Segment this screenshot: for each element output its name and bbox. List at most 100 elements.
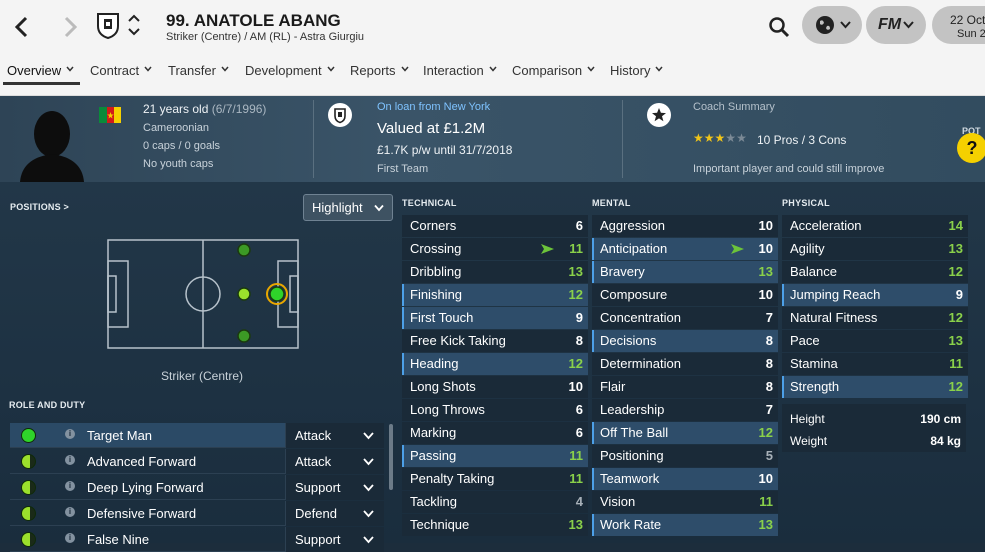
attribute-row[interactable]: Positioning 5 [592,445,778,467]
player-subtitle[interactable]: Striker (Centre) / AM (RL) - Astra Giurg… [166,31,364,43]
info-icon[interactable]: i [65,507,75,517]
info-icon[interactable]: i [65,481,75,491]
attribute-value: 7 [765,310,773,325]
attribute-row[interactable]: Determination 8 [592,353,778,375]
position-dot-amr[interactable] [237,329,251,343]
attribute-row[interactable]: Free Kick Taking 8 [402,330,588,352]
tab-development[interactable]: Development [245,63,335,78]
attribute-name: Crossing [410,241,462,256]
club-badge-icon[interactable] [328,103,352,127]
back-arrow-icon[interactable] [12,16,32,38]
attribute-value: 10 [568,379,583,394]
info-icon[interactable]: i [65,455,75,465]
attribute-value: 13 [758,264,773,279]
role-row[interactable]: i False Nine Support [10,527,384,552]
attribute-row[interactable]: Long Shots 10 [402,376,588,398]
attribute-row[interactable]: Tackling 4 [402,491,588,513]
role-row[interactable]: i Deep Lying Forward Support [10,475,384,500]
attribute-row[interactable]: Strength 12 [782,376,968,398]
attribute-row[interactable]: Concentration 7 [592,307,778,329]
attribute-row[interactable]: Penalty Taking 11 [402,468,588,490]
attribute-row[interactable]: Jumping Reach 9 [782,284,968,306]
role-suitability-icon [21,454,36,469]
attribute-row[interactable]: Bravery 13 [592,261,778,283]
tab-transfer[interactable]: Transfer [168,63,229,78]
active-tab-indicator [3,82,80,85]
star-empty-icon: ★ [736,131,747,145]
search-icon[interactable] [768,16,790,38]
attribute-row[interactable]: Teamwork 10 [592,468,778,490]
attribute-name: Teamwork [600,471,660,486]
attribute-row[interactable]: Finishing 12 [402,284,588,306]
info-icon[interactable]: i [65,429,75,439]
duty-dropdown[interactable]: Support [285,475,384,500]
fm-menu-button[interactable]: FM [866,6,926,44]
role-name: Deep Lying Forward [87,480,204,495]
attribute-row[interactable]: Crossing 11 [402,238,588,260]
attribute-value: 12 [948,264,963,279]
attribute-row[interactable]: Aggression 10 [592,215,778,237]
chevron-down-icon [903,21,914,29]
attribute-row[interactable]: Acceleration 14 [782,215,968,237]
attribute-row[interactable]: Balance 12 [782,261,968,283]
position-dot-aml[interactable] [237,243,251,257]
player-up-down-icon[interactable] [126,12,142,38]
attribute-row[interactable]: Work Rate 13 [592,514,778,536]
tab-interaction[interactable]: Interaction [423,63,497,78]
attribute-row[interactable]: Corners 6 [402,215,588,237]
tab-overview[interactable]: Overview [7,63,74,78]
role-row[interactable]: i Advanced Forward Attack [10,449,384,474]
attribute-row[interactable]: Marking 6 [402,422,588,444]
forward-arrow-icon[interactable] [60,16,80,38]
loan-link[interactable]: On loan from New York [377,101,490,113]
highlight-dropdown[interactable]: Highlight [303,194,393,221]
tab-contract[interactable]: Contract [90,63,152,78]
attribute-row[interactable]: Long Throws 6 [402,399,588,421]
duty-dropdown[interactable]: Defend [285,501,384,526]
continue-date-button[interactable]: 22 Oct Sun 2 [932,6,985,44]
nationality[interactable]: Cameroonian [143,122,209,134]
position-dot-amc[interactable] [237,287,251,301]
attribute-row[interactable]: Composure 10 [592,284,778,306]
attribute-row[interactable]: Technique 13 [402,514,588,536]
attribute-row[interactable]: Vision 11 [592,491,778,513]
attribute-row[interactable]: Decisions 8 [592,330,778,352]
attribute-row[interactable]: First Touch 9 [402,307,588,329]
tab-comparison[interactable]: Comparison [512,63,595,78]
role-row[interactable]: i Target Man Attack [10,423,384,448]
coach-report-icon[interactable] [647,103,671,127]
attribute-row[interactable]: Passing 11 [402,445,588,467]
attribute-row[interactable]: Dribbling 13 [402,261,588,283]
attribute-row[interactable]: Agility 13 [782,238,968,260]
attribute-row[interactable]: Pace 13 [782,330,968,352]
attribute-row[interactable]: Leadership 7 [592,399,778,421]
attribute-name: Penalty Taking [410,471,495,486]
attribute-row[interactable]: Off The Ball 12 [592,422,778,444]
position-dot-st[interactable] [269,286,285,302]
attribute-row[interactable]: Flair 8 [592,376,778,398]
tab-label: Development [245,63,322,78]
attribute-row[interactable]: Anticipation 10 [592,238,778,260]
attribute-row[interactable]: Stamina 11 [782,353,968,375]
duty-dropdown[interactable]: Attack [285,449,384,474]
tab-history[interactable]: History [610,63,664,78]
world-menu-button[interactable] [802,6,862,44]
duty-dropdown[interactable]: Support [285,527,384,552]
club-crest-icon[interactable] [96,11,120,39]
day-line: Sun 2 [957,28,985,40]
role-name: Target Man [87,428,153,443]
role-row[interactable]: i Defensive Forward Defend [10,501,384,526]
role-name: Defensive Forward [87,506,197,521]
positions-header[interactable]: POSITIONS > [10,202,69,212]
attribute-value: 8 [575,333,583,348]
info-icon[interactable]: i [65,533,75,543]
attribute-row[interactable]: Natural Fitness 12 [782,307,968,329]
duty-dropdown[interactable]: Attack [285,423,384,448]
tab-reports[interactable]: Reports [350,63,409,78]
attribute-value: 6 [575,402,583,417]
attribute-row[interactable]: Heading 12 [402,353,588,375]
attribute-name: Off The Ball [600,425,669,440]
role-list-scrollbar[interactable] [389,424,393,490]
potential-unknown-badge[interactable]: ? [957,133,985,163]
divider [313,100,314,178]
